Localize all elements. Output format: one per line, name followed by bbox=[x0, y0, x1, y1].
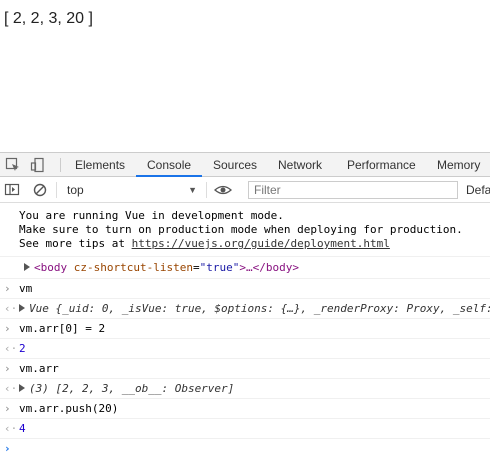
output-chevron-icon: ‹· bbox=[4, 422, 18, 435]
toolbar-separator bbox=[56, 182, 57, 198]
console-input-row: › vm.arr bbox=[0, 359, 490, 379]
console-toolbar: top ▼ Filter Defa bbox=[0, 177, 490, 203]
console-input-row: › vm bbox=[0, 279, 490, 299]
console-output-array: (3) [2, 2, 3, __ob__: Observer] bbox=[19, 382, 234, 396]
output-chevron-icon: ‹· bbox=[4, 302, 18, 315]
body-tag-rest: >…</body> bbox=[239, 261, 299, 274]
console-output-object: Vue {_uid: 0, _isVue: true, $options: {…… bbox=[19, 302, 490, 316]
toolbar-separator bbox=[206, 182, 207, 198]
filter-input[interactable]: Filter bbox=[248, 181, 458, 199]
console-input: vm bbox=[19, 282, 33, 295]
body-tag-open: <body bbox=[34, 261, 68, 274]
console-input-row: › vm.arr[0] = 2 bbox=[0, 319, 490, 339]
console-output-value: 2 bbox=[19, 342, 26, 355]
page-array-text: [ 2, 2, 3, 20 ] bbox=[4, 10, 93, 27]
console-message-line: Make sure to turn on production mode whe… bbox=[19, 223, 463, 236]
show-sidebar-icon[interactable] bbox=[4, 182, 20, 198]
console-output: You are running Vue in development mode.… bbox=[0, 203, 490, 464]
console-output-row[interactable]: ‹· (3) [2, 2, 3, __ob__: Observer] bbox=[0, 379, 490, 399]
output-chevron-icon: ‹· bbox=[4, 342, 18, 355]
console-output-value: 4 bbox=[19, 422, 26, 435]
console-output-row[interactable]: ‹· Vue {_uid: 0, _isVue: true, $options:… bbox=[0, 299, 490, 319]
console-input: vm.arr[0] = 2 bbox=[19, 322, 106, 335]
devtools-tabbar: Elements Console Sources Network Perform… bbox=[0, 152, 490, 177]
caret-down-icon: ▼ bbox=[188, 185, 197, 195]
vue-object-preview: Vue {_uid: 0, _isVue: true, $options: {…… bbox=[29, 302, 490, 315]
context-select-value: top bbox=[67, 183, 84, 197]
tab-memory[interactable]: Memory bbox=[437, 153, 480, 177]
expand-triangle-icon[interactable] bbox=[19, 304, 25, 312]
console-output-row: ‹· 2 bbox=[0, 339, 490, 359]
console-message-line: You are running Vue in development mode. bbox=[19, 209, 284, 222]
console-message-line: See more tips at https://vuejs.org/guide… bbox=[19, 237, 390, 251]
device-toolbar-icon[interactable] bbox=[30, 157, 46, 173]
tab-console[interactable]: Console bbox=[147, 153, 191, 177]
array-preview: (3) [2, 2, 3, __ob__: Observer] bbox=[29, 382, 235, 395]
console-input: vm.arr bbox=[19, 362, 59, 375]
input-chevron-icon: › bbox=[4, 322, 11, 335]
prompt-chevron-icon: › bbox=[4, 442, 11, 455]
expand-triangle-icon[interactable] bbox=[24, 263, 30, 271]
tab-network[interactable]: Network bbox=[278, 153, 322, 177]
input-chevron-icon: › bbox=[4, 362, 11, 375]
output-chevron-icon: ‹· bbox=[4, 382, 18, 395]
console-output-row: ‹· 4 bbox=[0, 419, 490, 439]
input-chevron-icon: › bbox=[4, 282, 11, 295]
deployment-link[interactable]: https://vuejs.org/guide/deployment.html bbox=[132, 237, 390, 250]
devtools-panel: Elements Console Sources Network Perform… bbox=[0, 152, 490, 464]
tab-performance[interactable]: Performance bbox=[347, 153, 416, 177]
body-attr-value: "true" bbox=[199, 261, 240, 274]
console-body-element[interactable]: <body cz-shortcut-listen="true">…</body> bbox=[0, 257, 490, 279]
tab-sources[interactable]: Sources bbox=[213, 153, 257, 177]
console-text: See more tips at bbox=[19, 237, 132, 250]
body-element-line: <body cz-shortcut-listen="true">…</body> bbox=[24, 261, 299, 275]
clear-console-icon[interactable] bbox=[32, 182, 48, 198]
console-input-row: › vm.arr.push(20) bbox=[0, 399, 490, 419]
body-attr-name: cz-shortcut-listen bbox=[73, 261, 193, 274]
input-chevron-icon: › bbox=[4, 402, 11, 415]
body-attr-eq: = bbox=[192, 261, 200, 274]
eye-icon[interactable] bbox=[214, 182, 232, 198]
tab-elements[interactable]: Elements bbox=[75, 153, 125, 177]
console-message-vue-dev: You are running Vue in development mode.… bbox=[0, 207, 490, 257]
log-levels-dropdown[interactable]: Defa bbox=[466, 181, 490, 199]
console-prompt[interactable]: › bbox=[0, 439, 490, 459]
inspect-element-icon[interactable] bbox=[5, 157, 21, 173]
context-select[interactable]: top ▼ bbox=[61, 181, 201, 199]
tabbar-separator bbox=[60, 158, 61, 172]
console-input: vm.arr.push(20) bbox=[19, 402, 119, 415]
expand-triangle-icon[interactable] bbox=[19, 384, 25, 392]
